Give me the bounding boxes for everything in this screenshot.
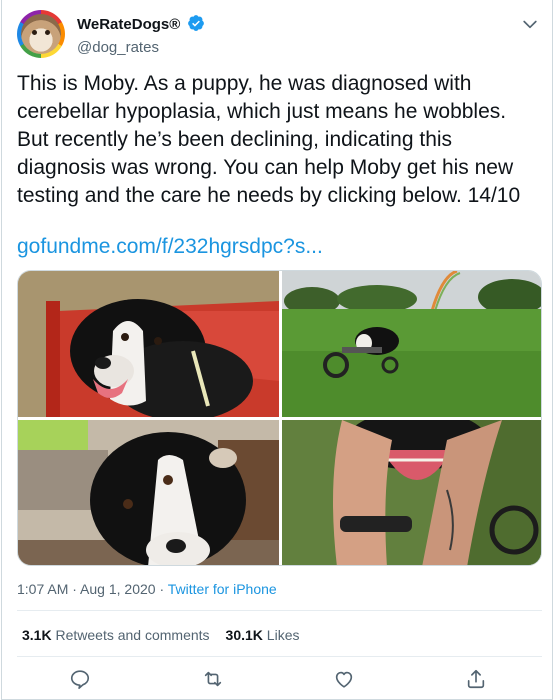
- avatar-eye-right: [45, 30, 50, 35]
- likes-stat[interactable]: 30.1K Likes: [226, 627, 300, 643]
- tweet-link[interactable]: gofundme.com/f/232hgrsdpc?s...: [17, 233, 323, 261]
- user-handle[interactable]: @dog_rates: [77, 38, 205, 58]
- photo-1[interactable]: [18, 271, 279, 417]
- tweet-stats: 3.1K Retweets and comments 30.1K Likes: [22, 626, 299, 644]
- user-names: WeRateDogs® @dog_rates: [77, 14, 205, 58]
- avatar-eye-left: [32, 30, 37, 35]
- photo-grid: [17, 270, 542, 566]
- tweet-date[interactable]: Aug 1, 2020: [80, 581, 156, 597]
- tweet-source[interactable]: Twitter for iPhone: [168, 581, 277, 597]
- retweets-label: Retweets and comments: [55, 627, 210, 643]
- divider: [17, 610, 542, 611]
- retweet-icon[interactable]: [202, 668, 224, 690]
- retweets-count: 3.1K: [22, 627, 52, 643]
- meta-separator-2: ·: [155, 581, 168, 597]
- heart-icon[interactable]: [333, 668, 355, 690]
- avatar[interactable]: [17, 10, 65, 58]
- display-name[interactable]: WeRateDogs®: [77, 15, 180, 35]
- photo-2[interactable]: [282, 271, 541, 417]
- tweet-header: WeRateDogs® @dog_rates: [17, 10, 542, 60]
- tweet-text: This is Moby. As a puppy, he was diagnos…: [17, 72, 521, 207]
- chevron-down-icon[interactable]: [520, 14, 540, 34]
- likes-label: Likes: [266, 627, 300, 643]
- verified-badge-icon: [187, 14, 205, 37]
- share-icon[interactable]: [465, 668, 487, 690]
- divider: [17, 656, 542, 657]
- avatar-image: [21, 14, 61, 54]
- tweet-time[interactable]: 1:07 AM: [17, 581, 68, 597]
- reply-icon[interactable]: [69, 668, 91, 690]
- tweet-card: WeRateDogs® @dog_rates This is Moby. As …: [1, 0, 553, 700]
- meta-separator-1: ·: [68, 581, 81, 597]
- photo-4[interactable]: [282, 420, 541, 565]
- likes-count: 30.1K: [225, 627, 263, 643]
- retweets-stat[interactable]: 3.1K Retweets and comments: [22, 627, 210, 643]
- tweet-meta: 1:07 AM · Aug 1, 2020 · Twitter for iPho…: [17, 580, 277, 598]
- photo-3[interactable]: [18, 420, 279, 565]
- tweet-actions: [17, 664, 542, 696]
